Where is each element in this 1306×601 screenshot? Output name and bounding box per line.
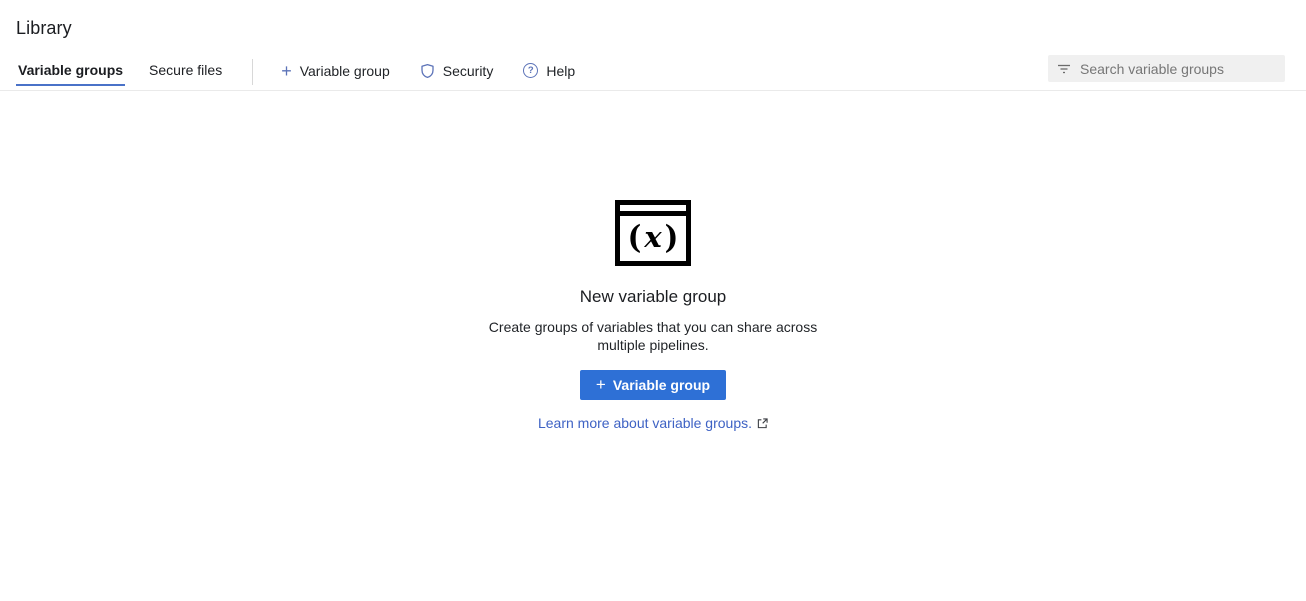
plus-icon: + (281, 64, 292, 78)
learn-more-link[interactable]: Learn more about variable groups. (538, 415, 752, 431)
tab-variable-groups[interactable]: Variable groups (16, 53, 125, 91)
help-label: Help (546, 63, 575, 79)
search-box[interactable] (1048, 55, 1285, 82)
security-label: Security (443, 63, 494, 79)
toolbar-divider (252, 59, 253, 85)
empty-state-description: Create groups of variables that you can … (488, 319, 818, 354)
help-icon: ? (523, 63, 538, 78)
tab-secure-files[interactable]: Secure files (147, 53, 224, 91)
page-title: Library (16, 18, 1306, 39)
empty-state-title: New variable group (580, 287, 726, 307)
add-variable-group-button[interactable]: + Variable group (580, 370, 726, 400)
learn-more-row: Learn more about variable groups. (538, 415, 768, 431)
add-variable-group-toolbar-button[interactable]: + Variable group (281, 63, 390, 81)
shield-icon (420, 63, 435, 79)
security-button[interactable]: Security (420, 63, 494, 81)
library-header: Library Variable groups Secure files + V… (0, 0, 1306, 91)
search-input[interactable] (1080, 61, 1276, 77)
empty-state: ( x ) New variable group Create groups o… (0, 91, 1306, 431)
variable-group-icon: ( x ) (615, 200, 691, 266)
plus-icon: + (596, 376, 606, 393)
filter-icon (1057, 63, 1071, 75)
tab-bar: Variable groups Secure files + Variable … (0, 53, 1306, 91)
help-button[interactable]: ? Help (523, 63, 575, 81)
external-link-icon (757, 418, 768, 429)
add-variable-group-button-label: Variable group (613, 377, 710, 393)
add-variable-group-label: Variable group (300, 63, 390, 79)
